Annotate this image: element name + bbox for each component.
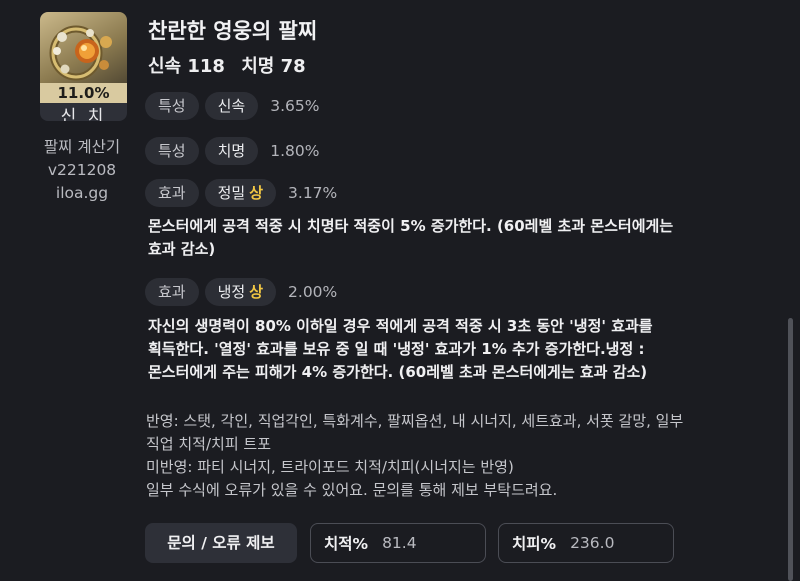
- scrollbar[interactable]: [788, 318, 793, 581]
- crit-rate-field[interactable]: 치적% 81.4: [310, 523, 486, 563]
- notes: 반영: 스탯, 각인, 직업각인, 특화계수, 팔찌옵션, 내 시너지, 세트효…: [146, 410, 776, 502]
- effect-name: 신속: [204, 92, 259, 120]
- disclaimer: 일부 수식에 오류가 있을 수 있어요. 문의를 통해 제보 부탁드려요.: [146, 481, 558, 499]
- effect-row: 특성 치명 1.80%: [145, 136, 319, 166]
- effect-description: 몬스터에게 공격 적중 시 치명타 적중이 5% 증가한다. (60레벨 초과 …: [148, 217, 674, 258]
- swift-stat: 신속 118: [148, 56, 225, 77]
- effect-name: 정밀 상: [204, 179, 277, 207]
- calculator-name: 팔찌 계산기: [43, 138, 121, 156]
- calculator-info: 팔찌 계산기 v221208 iloa.gg: [28, 136, 136, 205]
- crit-damage-value: 236.0: [570, 534, 615, 552]
- item-image: [40, 12, 127, 91]
- effect-value: 2.00%: [288, 283, 338, 301]
- effect-row: 특성 신속 3.65%: [145, 91, 319, 121]
- item-percent: 11.0%: [40, 83, 127, 103]
- effect-tag: 효과: [145, 179, 199, 207]
- effect-tag: 효과: [145, 278, 199, 306]
- item-grade: 신 치: [40, 103, 127, 121]
- not-applied-note: 미반영: 파티 시너지, 트라이포드 치적/치피(시너지는 반영): [146, 458, 514, 476]
- crit-rate-value: 81.4: [382, 534, 417, 552]
- effect-value: 1.80%: [270, 142, 320, 160]
- effect-name: 냉정 상: [204, 278, 277, 306]
- grade-badge: 상: [249, 184, 264, 202]
- site-link[interactable]: iloa.gg: [28, 182, 136, 205]
- item-card: 11.0% 신 치: [40, 12, 127, 121]
- effect-row: 효과 정밀 상 3.17%: [145, 178, 337, 208]
- crit-damage-label: 치피%: [512, 535, 557, 553]
- effect-value: 3.17%: [288, 184, 338, 202]
- stats-summary: 신속 118 치명 78: [148, 52, 306, 78]
- bracelet-calculator-panel: 11.0% 신 치 팔찌 계산기 v221208 iloa.gg 찬란한 영웅의…: [0, 0, 800, 581]
- effect-tag: 특성: [145, 137, 199, 165]
- report-error-button[interactable]: 문의 / 오류 제보: [145, 523, 297, 563]
- crit-rate-label: 치적%: [324, 535, 369, 553]
- item-title: 찬란한 영웅의 팔찌: [148, 19, 318, 43]
- effect-value: 3.65%: [270, 97, 320, 115]
- effect-name: 치명: [204, 137, 259, 165]
- applied-note: 반영: 스탯, 각인, 직업각인, 특화계수, 팔찌옵션, 내 시너지, 세트효…: [146, 412, 684, 430]
- applied-note-cont: 직업 치적/치피 트포: [146, 435, 271, 453]
- bracelet-icon: [49, 25, 112, 81]
- effect-row: 효과 냉정 상 2.00%: [145, 277, 337, 307]
- crit-damage-field[interactable]: 치피% 236.0: [498, 523, 674, 563]
- calculator-version: v221208: [47, 161, 117, 179]
- crit-stat: 치명 78: [241, 56, 306, 77]
- grade-badge: 상: [249, 283, 264, 301]
- effect-tag: 특성: [145, 92, 199, 120]
- effect-description: 자신의 생명력이 80% 이하일 경우 적에게 공격 적중 시 3초 동안 '냉…: [148, 317, 653, 381]
